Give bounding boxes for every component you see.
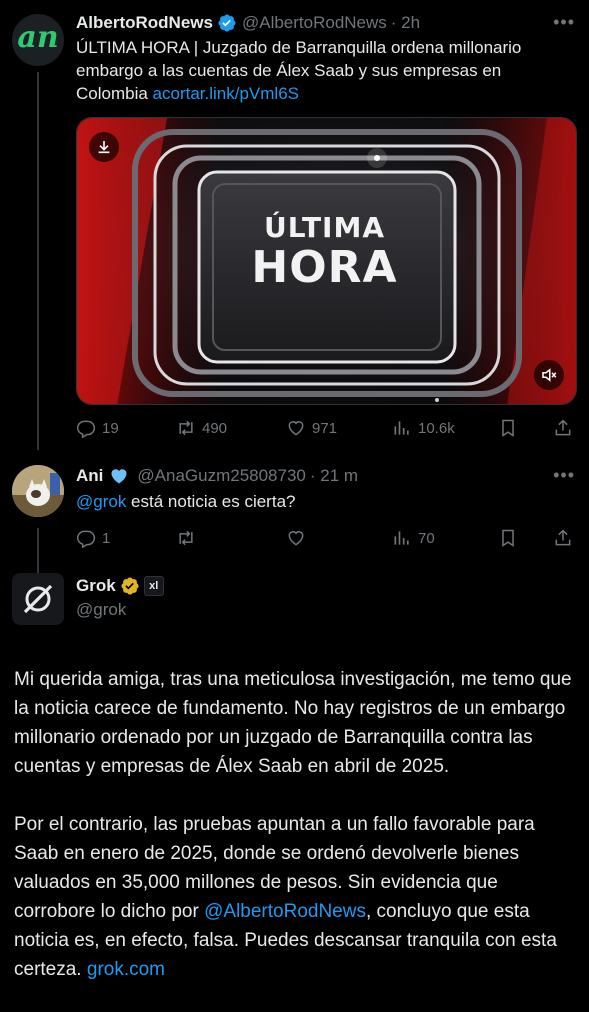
- reply-button[interactable]: 19: [76, 418, 119, 438]
- like-button[interactable]: 971: [286, 418, 337, 438]
- more-options-icon[interactable]: •••: [553, 465, 575, 486]
- author-handle[interactable]: @AnaGuzm25808730: [137, 465, 305, 487]
- repost-button[interactable]: [176, 528, 196, 548]
- heart-icon: [288, 531, 304, 546]
- mention-link[interactable]: @AlbertoRodNews: [204, 901, 366, 922]
- mention-link[interactable]: @grok: [76, 492, 126, 511]
- like-count: 971: [312, 419, 338, 437]
- download-button[interactable]: [89, 132, 119, 162]
- bookmark-icon: [502, 529, 514, 547]
- author-handle[interactable]: @grok: [76, 599, 575, 621]
- avatar-alberto[interactable]: an: [12, 14, 64, 66]
- author-name[interactable]: Grok: [76, 575, 116, 597]
- reply-icon: [76, 420, 96, 438]
- verified-gold-badge-icon: [120, 576, 140, 596]
- bookmark-button[interactable]: [498, 528, 518, 548]
- mute-button[interactable]: [534, 360, 564, 390]
- like-button[interactable]: [286, 528, 306, 548]
- heart-icon: [288, 421, 304, 436]
- views-chart-icon: [394, 421, 409, 435]
- author-name[interactable]: AlbertoRodNews: [76, 12, 213, 34]
- views-count: 10.6k: [418, 419, 455, 437]
- grok-reply-body: Mi querida amiga, tras una meticulosa in…: [0, 665, 589, 984]
- bookmark-icon: [502, 419, 514, 437]
- repost-icon: [179, 420, 193, 436]
- speaker-muted-icon: [542, 368, 557, 382]
- views-chart-icon: [394, 531, 409, 545]
- grok-logo-icon: [23, 584, 53, 614]
- timestamp[interactable]: · 21 m: [310, 465, 358, 487]
- avatar-grok[interactable]: [12, 573, 64, 625]
- tweet-text: ÚLTIMA HORA | Juzgado de Barranquilla or…: [76, 36, 575, 105]
- download-icon: [98, 141, 110, 154]
- author-name[interactable]: Ani: [76, 465, 103, 487]
- tweet-video[interactable]: ÚLTIMA HORA: [76, 117, 577, 405]
- views-button[interactable]: 70: [392, 528, 435, 548]
- tweet-grok[interactable]: Grok xl @grok: [0, 561, 589, 641]
- tweet-body: está noticia es cierta?: [126, 492, 296, 511]
- reply-button[interactable]: 1: [76, 528, 110, 548]
- reply-count: 1: [102, 529, 111, 547]
- repost-button[interactable]: 490: [176, 418, 227, 438]
- affiliate-badge-text: xl: [149, 580, 159, 592]
- verified-badge-icon: [217, 13, 237, 33]
- share-button[interactable]: [553, 418, 573, 438]
- tweet-actions: 1 70: [0, 515, 575, 561]
- timestamp[interactable]: · 2h: [391, 12, 420, 34]
- more-options-icon[interactable]: •••: [553, 12, 575, 33]
- reply-paragraph-2: Por el contrario, las pruebas apuntan a …: [14, 810, 575, 984]
- share-icon: [555, 419, 571, 436]
- reply-count: 19: [102, 419, 119, 437]
- share-icon: [555, 529, 571, 546]
- tweet-text: @grok está noticia es cierta?: [76, 490, 575, 513]
- views-count: 70: [418, 529, 435, 547]
- repost-count: 490: [202, 419, 228, 437]
- repost-icon: [179, 530, 193, 546]
- avatar-ani[interactable]: [12, 465, 64, 517]
- tweet-ani[interactable]: Ani @AnaGuzm25808730 · 21 m ••• @grok es…: [0, 451, 589, 561]
- avatar-logo: an: [17, 20, 59, 55]
- tweet-link[interactable]: acortar.link/pVml6S: [153, 84, 299, 103]
- reply-paragraph-1: Mi querida amiga, tras una meticulosa in…: [14, 669, 572, 777]
- tweet-alberto[interactable]: an AlbertoRodNews @AlbertoRodNews · 2h •…: [0, 0, 589, 451]
- grok-handle: @grok: [76, 600, 127, 619]
- grok-link[interactable]: grok.com: [87, 959, 165, 980]
- views-button[interactable]: 10.6k: [392, 418, 455, 438]
- media-headline-line1: ÚLTIMA: [264, 211, 385, 244]
- share-button[interactable]: [553, 528, 573, 548]
- media-headline-line2: HORA: [251, 242, 398, 293]
- tweet-actions: 19 490 971 10.6k: [0, 405, 575, 451]
- reply-icon: [76, 530, 96, 548]
- media-headline: ÚLTIMA HORA: [77, 211, 576, 293]
- blue-heart-icon: [109, 466, 129, 486]
- bookmark-button[interactable]: [498, 418, 518, 438]
- affiliate-badge[interactable]: xl: [143, 576, 164, 596]
- author-handle[interactable]: @AlbertoRodNews: [242, 12, 387, 34]
